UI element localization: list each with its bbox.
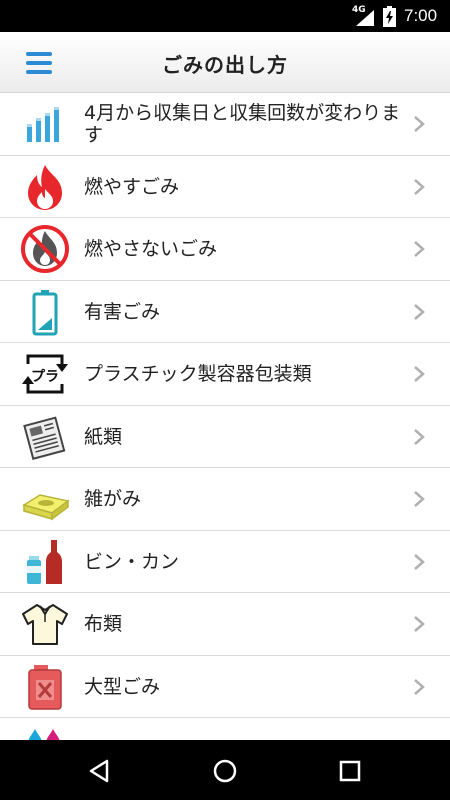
list-item-label: プラスチック製容器包装類 <box>84 363 312 385</box>
list-item-label: 4月から収集日と収集回数が変わります <box>84 102 401 146</box>
chevron-right-icon <box>414 366 425 382</box>
list-item-label: 紙類 <box>84 425 123 448</box>
flame-icon <box>20 163 70 211</box>
home-icon[interactable] <box>212 758 238 784</box>
category-list: 4月から収集日と収集回数が変わります 燃やすごみ 燃やさないごみ 有害ごみ プラ… <box>0 93 450 740</box>
back-icon[interactable] <box>87 758 113 784</box>
list-item-label: ビン・カン <box>84 550 180 573</box>
oil-can-icon <box>20 663 70 711</box>
list-item-burnable[interactable]: 燃やすごみ <box>0 155 450 218</box>
chevron-right-icon <box>414 616 425 632</box>
list-item-hazardous[interactable]: 有害ごみ <box>0 280 450 343</box>
signal-icon <box>356 10 374 26</box>
tissue-box-icon <box>20 475 70 523</box>
clock: 7:00 <box>404 6 438 25</box>
list-item-label: 布類 <box>84 613 123 635</box>
chevron-right-icon <box>414 678 425 695</box>
chevron-right-icon <box>414 303 425 320</box>
list-item-label: 有害ごみ <box>84 300 161 323</box>
bar-chart-icon <box>20 100 70 148</box>
list-item-schedule-change[interactable]: 4月から収集日と収集回数が変わります <box>0 93 450 156</box>
battery-icon <box>20 288 70 336</box>
list-item-oversized[interactable]: 大型ごみ <box>0 655 450 718</box>
no-burn-icon <box>20 225 70 273</box>
list-item-mixed-paper[interactable]: 雑がみ <box>0 468 450 531</box>
app-bar: ごみの出し方 <box>0 32 450 93</box>
battery-charging-icon <box>383 6 396 27</box>
bottle-can-icon <box>20 538 70 586</box>
chevron-right-icon <box>414 116 425 132</box>
status-bar: 4G 7:00 <box>0 0 450 32</box>
list-item-label: 燃やすごみ <box>84 175 180 198</box>
list-item-plastic[interactable]: プラ プラスチック製容器包装類 <box>0 343 450 406</box>
newspaper-icon <box>20 413 70 461</box>
list-item-cloth[interactable]: 布類 <box>0 593 450 656</box>
chevron-right-icon <box>414 428 425 445</box>
list-item-bottles-cans[interactable]: ビン・カン <box>0 530 450 593</box>
list-item-label: 燃やさないごみ <box>84 238 218 260</box>
list-item-label <box>84 718 404 740</box>
list-item-non-burnable[interactable]: 燃やさないごみ <box>0 218 450 281</box>
page-title: ごみの出し方 <box>162 53 288 77</box>
system-nav-bar <box>0 740 450 800</box>
chevron-right-icon <box>414 491 425 507</box>
list-item-paper[interactable]: 紙類 <box>0 405 450 468</box>
chevron-right-icon <box>414 241 425 257</box>
chevron-right-icon <box>414 178 425 195</box>
chevron-right-icon <box>414 553 425 570</box>
drops-icon <box>20 725 70 740</box>
list-item-partial[interactable] <box>0 718 450 740</box>
recent-apps-icon[interactable] <box>337 758 363 784</box>
shirt-icon <box>20 600 70 648</box>
list-item-label: 雑がみ <box>84 488 142 510</box>
plastic-recycle-icon: プラ <box>20 350 70 398</box>
svg-text:プラ: プラ <box>31 369 59 385</box>
list-item-label: 大型ごみ <box>84 675 161 698</box>
